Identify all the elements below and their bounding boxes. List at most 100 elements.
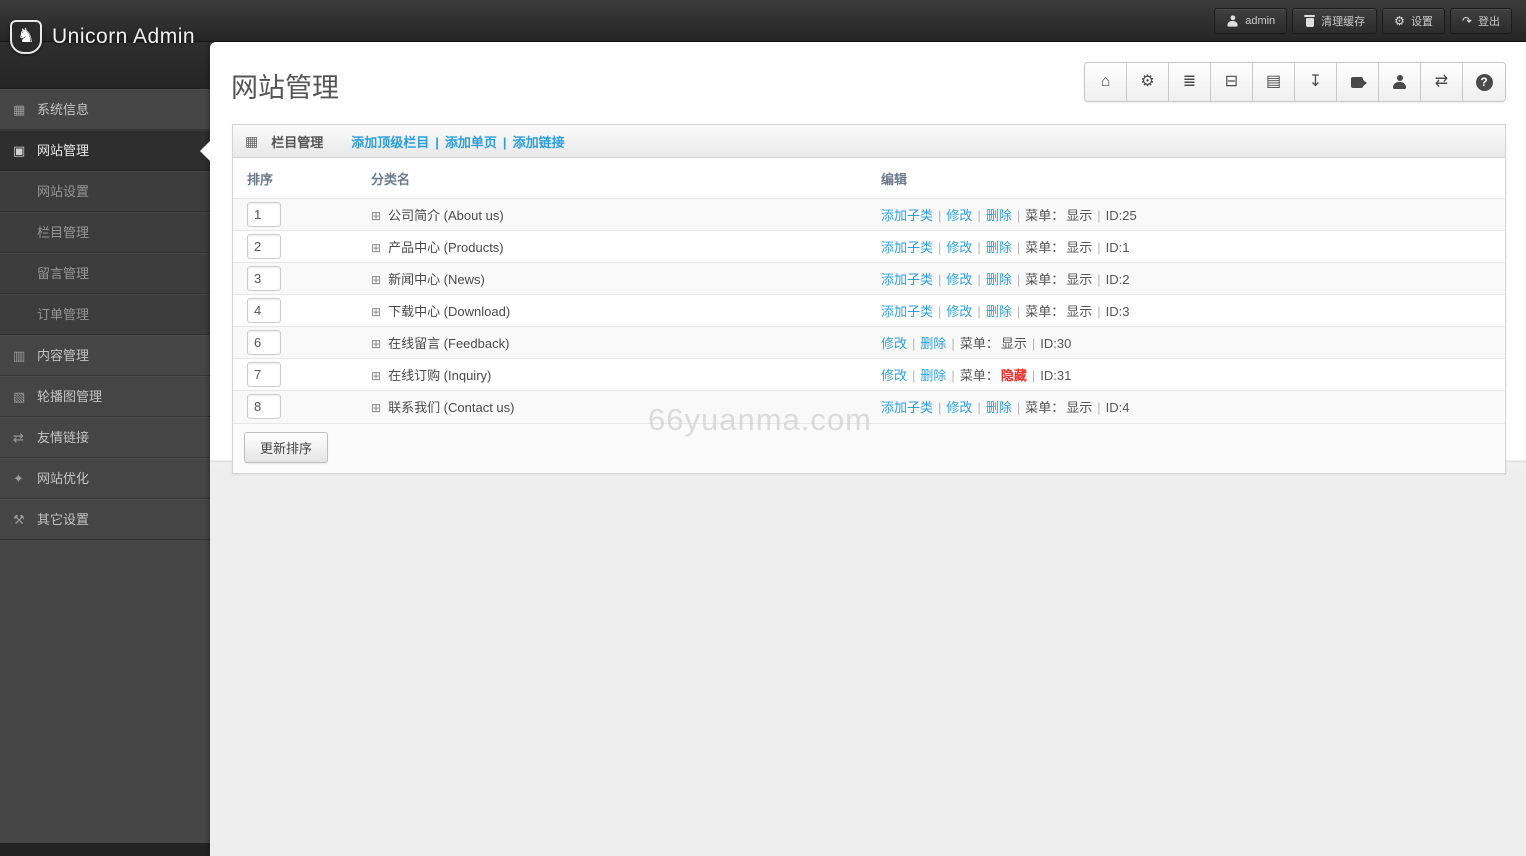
menu-state-toggle[interactable]: 显示 — [1001, 336, 1027, 351]
modify-link[interactable]: 修改 — [946, 240, 972, 255]
brand: ♞ Unicorn Admin — [10, 20, 195, 54]
table-row: ⊞ 新闻中心 (News) 添加子类 | 修改 | 删除 | 菜单：显示 | ID:2 — [233, 262, 1505, 295]
expand-plus-icon[interactable]: ⊞ — [371, 306, 381, 318]
quick-action-book-button[interactable]: ▤ — [1253, 63, 1295, 101]
menu-state-toggle[interactable]: 显示 — [1066, 400, 1092, 415]
menu-state-toggle[interactable]: 隐藏 — [1001, 368, 1027, 383]
modify-link[interactable]: 修改 — [946, 208, 972, 223]
add-child-link[interactable]: 添加子类 — [881, 304, 933, 319]
sidebar-item-label: 栏目管理 — [37, 224, 90, 240]
category-name: 产品中心 (Products) — [388, 240, 504, 255]
expand-plus-icon[interactable]: ⊞ — [371, 274, 381, 286]
delete-link[interactable]: 删除 — [920, 336, 946, 351]
quick-action-user-button[interactable] — [1379, 63, 1421, 101]
modify-link[interactable]: 修改 — [946, 400, 972, 415]
download-icon: ↧ — [1308, 73, 1323, 90]
sidebar-item-6[interactable]: ▥ 内容管理 — [0, 335, 210, 376]
update-sort-button[interactable]: 更新排序 — [244, 431, 329, 463]
quick-action-shuffle-button[interactable]: ⇄ — [1421, 63, 1463, 101]
action-separator: | — [938, 304, 942, 319]
sidebar-item-7[interactable]: ▧ 轮播图管理 — [0, 376, 210, 417]
delete-link[interactable]: 删除 — [986, 400, 1012, 415]
sidebar-item-3[interactable]: 栏目管理 — [0, 212, 210, 253]
category-table: 排序 分类名 编辑 ⊞公司简介 (About us)添加子类|修改|删除|菜单：… — [233, 158, 1505, 423]
list-icon: ≣ — [1182, 73, 1197, 90]
actions-cell: 添加子类 | 修改 | 删除 | 菜单： 显示 | ID:25 — [873, 199, 1505, 231]
quick-action-video-button[interactable] — [1337, 63, 1379, 101]
sort-cell — [233, 231, 363, 263]
sort-cell — [233, 199, 363, 231]
add-child-link[interactable]: 添加子类 — [881, 208, 933, 223]
widget-link-1[interactable]: 添加单页 — [445, 135, 497, 150]
add-child-link[interactable]: 添加子类 — [881, 240, 933, 255]
help-icon: ? — [1475, 73, 1493, 91]
sidebar-item-1[interactable]: ▣ 网站管理 — [0, 130, 210, 171]
topbar-button-gear[interactable]: ⚙ 设置 — [1382, 8, 1445, 34]
quick-action-home-button[interactable]: ⌂ — [1085, 63, 1127, 101]
sidebar-item-5[interactable]: 订单管理 — [0, 294, 210, 335]
menu-state-toggle[interactable]: 显示 — [1066, 208, 1092, 223]
modify-link[interactable]: 修改 — [946, 272, 972, 287]
topbar-button-logout[interactable]: ↷ 登出 — [1449, 8, 1512, 34]
delete-link[interactable]: 删除 — [920, 368, 946, 383]
add-child-link[interactable]: 添加子类 — [881, 272, 933, 287]
sidebar-item-10[interactable]: ⚒ 其它设置 — [0, 499, 210, 540]
action-separator: | — [1097, 240, 1101, 255]
widget-link-2[interactable]: 添加链接 — [513, 135, 565, 150]
sidebar-footer — [0, 843, 210, 856]
action-separator: | — [1031, 368, 1036, 383]
menu-label: 菜单： — [1025, 304, 1065, 319]
modify-link[interactable]: 修改 — [881, 336, 907, 351]
table-row: ⊞ 下载中心 (Download) 添加子类 | 修改 | 删除 | 菜单：显示 | ID:3 — [233, 294, 1505, 327]
quick-action-gear-button[interactable]: ⚙ — [1127, 63, 1169, 101]
sort-input[interactable] — [247, 266, 281, 291]
sidebar-item-0[interactable]: ▦ 系统信息 — [0, 89, 210, 130]
modify-link[interactable]: 修改 — [946, 304, 972, 319]
quick-action-list-button[interactable]: ≣ — [1169, 63, 1211, 101]
category-id: ID:30 — [1040, 336, 1072, 351]
sidebar-item-8[interactable]: ⇄ 友情链接 — [0, 417, 210, 458]
shuffle-icon: ⇄ — [1434, 73, 1449, 90]
action-separator: | — [951, 368, 955, 383]
sidebar-item-9[interactable]: ✦ 网站优化 — [0, 458, 210, 499]
sidebar-item-2[interactable]: 网站设置 — [0, 171, 210, 212]
menu-label: 菜单： — [959, 336, 999, 351]
topbar-button-trash[interactable]: 清理缓存 — [1292, 8, 1378, 34]
sort-input[interactable] — [247, 394, 281, 420]
quick-action-help-button[interactable]: ? — [1463, 63, 1505, 101]
table-row: ⊞ 公司简介 (About us) 添加子类 | 修改 | 删除 | 菜单：显示 | ID:25 — [233, 198, 1505, 231]
expand-plus-icon[interactable]: ⊞ — [371, 242, 381, 254]
modify-link[interactable]: 修改 — [881, 368, 907, 383]
topbar-button-person[interactable]: admin — [1214, 8, 1288, 34]
expand-plus-icon[interactable]: ⊞ — [371, 338, 381, 350]
menu-state-toggle[interactable]: 显示 — [1066, 272, 1092, 287]
sort-input[interactable] — [247, 234, 281, 259]
sort-input[interactable] — [247, 202, 281, 227]
delete-link[interactable]: 删除 — [986, 240, 1012, 255]
topbar-buttons: admin 清理缓存 ⚙ 设置 ↷ 登出 — [1214, 8, 1512, 34]
topbar-button-label: 清理缓存 — [1321, 16, 1366, 28]
grid-icon: ▦ — [13, 102, 26, 117]
unicorn-logo-icon: ♞ — [10, 20, 42, 54]
actions-cell: 修改 | 删除 | 菜单： 隐藏 | ID:31 — [873, 359, 1505, 391]
action-separator: | — [1016, 400, 1021, 416]
expand-plus-icon[interactable]: ⊞ — [371, 370, 381, 382]
add-child-link[interactable]: 添加子类 — [881, 400, 933, 415]
widget-link-0[interactable]: 添加顶级栏目 — [351, 135, 429, 150]
menu-state-toggle[interactable]: 显示 — [1066, 304, 1092, 319]
delete-link[interactable]: 删除 — [986, 304, 1012, 319]
link-separator: | — [502, 134, 507, 150]
sort-input[interactable] — [247, 330, 281, 355]
menu-state-toggle[interactable]: 显示 — [1066, 240, 1092, 255]
delete-link[interactable]: 删除 — [986, 272, 1012, 287]
expand-plus-icon[interactable]: ⊞ — [371, 210, 381, 222]
sort-input[interactable] — [247, 298, 281, 323]
category-id: ID:2 — [1105, 272, 1130, 287]
quick-action-hdd-button[interactable]: ⊟ — [1211, 63, 1253, 101]
quick-action-download-button[interactable]: ↧ — [1295, 63, 1337, 101]
sidebar-item-label: 内容管理 — [37, 347, 90, 363]
delete-link[interactable]: 删除 — [986, 208, 1012, 223]
sidebar-item-4[interactable]: 留言管理 — [0, 253, 210, 294]
sort-input[interactable] — [247, 362, 281, 387]
expand-plus-icon[interactable]: ⊞ — [371, 402, 381, 414]
